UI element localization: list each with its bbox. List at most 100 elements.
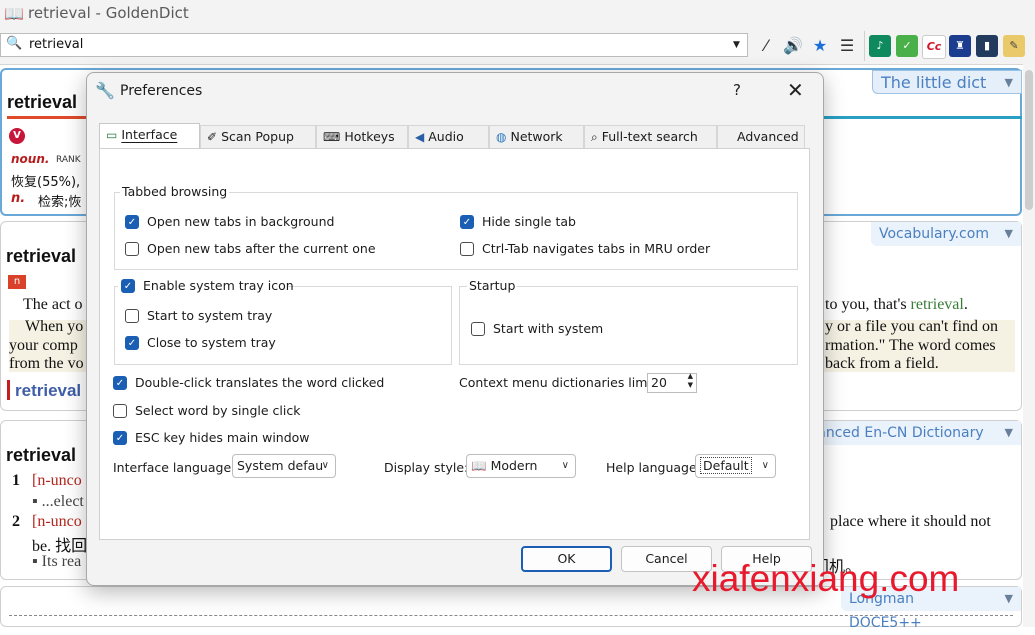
search-text[interactable]: retrieval — [29, 37, 83, 52]
chevron-down-icon[interactable]: ▼ — [1005, 421, 1013, 445]
tab-label: Interface — [121, 127, 178, 142]
sub-headword: retrieval — [15, 381, 82, 400]
word-link[interactable]: retrieval — [911, 296, 964, 313]
keyboard-icon: ⌨ — [323, 130, 341, 144]
tab-network[interactable]: ◍ Network — [489, 125, 584, 148]
tab-scan-popup[interactable]: ✐ Scan Popup — [200, 125, 316, 148]
wrench-icon: 🔧 — [95, 81, 115, 100]
tab-hotkeys[interactable]: ⌨ Hotkeys — [316, 125, 408, 148]
pos-label-2: n. — [11, 191, 26, 206]
label-context-menu-limit: Context menu dictionaries limit: — [459, 375, 661, 390]
example-2: ▪ Its rea — [32, 553, 82, 570]
list-icon[interactable]: ☰ — [837, 36, 857, 56]
context-menu-limit-spinbox[interactable]: 20 ▲ ▼ — [647, 372, 697, 393]
star-icon[interactable]: ★ — [810, 36, 830, 56]
sense-1: [n-unco — [32, 472, 82, 489]
scrollbar-thumb[interactable] — [1025, 70, 1033, 210]
chevron-down-icon[interactable]: ▼ — [1005, 71, 1013, 95]
tab-audio[interactable]: ◀ Audio — [408, 125, 489, 148]
checkbox-start-to-tray[interactable] — [125, 309, 139, 323]
book-icon: 📖 — [471, 458, 487, 473]
tab-interface[interactable]: ▭ Interface — [99, 123, 200, 149]
dict-name-label[interactable]: The little dict ▼ — [872, 70, 1022, 94]
rank-label: RANK — [56, 155, 81, 165]
headword-underline — [7, 116, 87, 119]
sense-number-2: 2 — [12, 513, 20, 530]
checkbox-esc-hides-window[interactable]: ✓ — [113, 431, 127, 445]
tabbed-browsing-group — [114, 192, 798, 270]
tab-advanced[interactable]: Advanced — [717, 125, 805, 148]
headword: retrieval — [6, 445, 77, 465]
label-ctrl-tab-mru: Ctrl-Tab navigates tabs in MRU order — [482, 241, 711, 256]
checkbox-ctrl-tab-mru[interactable] — [460, 242, 474, 256]
monitor-icon: ▭ — [106, 128, 118, 142]
help-language-select[interactable]: Default ∨ — [695, 454, 776, 478]
dict-name-label[interactable]: vanced En-CN Dictionary ▼ — [801, 421, 1021, 445]
checkbox-open-new-tabs-background[interactable]: ✓ — [125, 215, 139, 229]
ok-button[interactable]: OK — [521, 546, 612, 572]
dict-tile-cc[interactable]: Cc — [922, 35, 946, 59]
speaker-icon: ◀ — [415, 130, 425, 144]
checkbox-open-after-current[interactable] — [125, 242, 139, 256]
tab-label: Hotkeys — [344, 129, 395, 144]
watermark-text: xiafenxiang.com — [692, 558, 960, 599]
checkbox-hide-single-tab[interactable]: ✓ — [460, 215, 474, 229]
spin-arrows-icon[interactable]: ▲ ▼ — [688, 372, 693, 390]
tab-full-text-search[interactable]: ⌕ Full-text search — [584, 125, 717, 148]
example-1: ▪ ...elect — [32, 493, 84, 510]
label-enable-tray-icon: Enable system tray icon — [143, 278, 294, 293]
preferences-dialog: 🔧 Preferences ? ✕ ▭ Interface ✐ Scan Popup… — [86, 72, 824, 586]
interface-language-select[interactable]: System defau ∨ — [232, 454, 336, 478]
chevron-down-icon: ∨ — [321, 460, 329, 471]
label-help-language: Help language — [606, 460, 697, 475]
pos-label: noun. — [11, 152, 50, 166]
label-display-style: Display style: — [384, 460, 469, 475]
magnifier-icon: ⌕ — [591, 130, 598, 144]
search-input[interactable]: 🔍 retrieval ▼ — [0, 33, 748, 57]
chevron-down-icon[interactable]: ▼ — [1005, 587, 1013, 611]
speaker-icon[interactable]: 🔊 — [783, 36, 803, 56]
text-line-1-right: to you, that's retrieval. — [825, 296, 968, 314]
dict-tile-notepad[interactable]: ✎ — [1003, 35, 1025, 57]
select-value: System defau — [237, 458, 324, 473]
chevron-down-icon: ∨ — [761, 460, 769, 471]
checkbox-single-click-select[interactable] — [113, 404, 127, 418]
label-interface-language: Interface language: — [113, 460, 236, 475]
help-question-button[interactable]: ? — [733, 81, 741, 99]
display-style-select[interactable]: 📖 Modern ∨ — [466, 454, 576, 478]
close-button[interactable]: ✕ — [787, 78, 804, 102]
group-title-tabbed-browsing: Tabbed browsing — [120, 184, 230, 199]
chevron-down-icon: ∨ — [561, 460, 569, 471]
dict-tile-check[interactable]: ✓ — [896, 35, 918, 57]
sense-2-right: place where it should not — [830, 513, 991, 530]
spinbox-value: 20 — [651, 375, 667, 390]
tab-label: Advanced — [737, 129, 799, 144]
text-line-4-right: back from a field. — [825, 355, 939, 372]
checkbox-double-click-translates[interactable]: ✓ — [113, 376, 127, 390]
chevron-down-icon[interactable]: ▼ — [733, 40, 740, 50]
search-icon: 🔍 — [6, 36, 23, 51]
dialog-title: Preferences — [120, 83, 203, 99]
dict-tile-audio[interactable]: ♪ — [869, 35, 891, 57]
chevron-down-icon[interactable]: ▼ — [1005, 222, 1013, 246]
label-open-after-current: Open new tabs after the current one — [147, 241, 376, 256]
pos-badge: n — [8, 275, 26, 289]
definition-line-2: 检索;恢 — [38, 195, 82, 210]
text-line-3-left: your comp — [9, 337, 78, 354]
dict-tile-castle[interactable]: ♜ — [949, 35, 971, 57]
checkbox-start-with-system[interactable] — [471, 322, 485, 336]
system-tray-group — [114, 286, 452, 365]
tab-label: Scan Popup — [221, 129, 294, 144]
magic-wand-icon[interactable]: ⁄ — [756, 36, 776, 56]
dict-name-text: Vocabulary.com — [879, 226, 989, 242]
headword: retrieval — [6, 246, 77, 266]
sense-2: [n-unco — [32, 513, 82, 530]
label-hide-single-tab: Hide single tab — [482, 214, 576, 229]
text-line-1-left: The act o — [23, 296, 83, 313]
dict-tile-book[interactable]: ▮ — [976, 35, 998, 57]
checkbox-enable-tray-icon[interactable]: ✓ — [121, 279, 135, 293]
checkbox-close-to-tray[interactable]: ✓ — [125, 336, 139, 350]
dict-name-label[interactable]: Vocabulary.com ▼ — [871, 222, 1021, 246]
dict-name-text: vanced En-CN Dictionary — [809, 425, 984, 441]
dict-name-text: The little dict — [881, 73, 987, 92]
